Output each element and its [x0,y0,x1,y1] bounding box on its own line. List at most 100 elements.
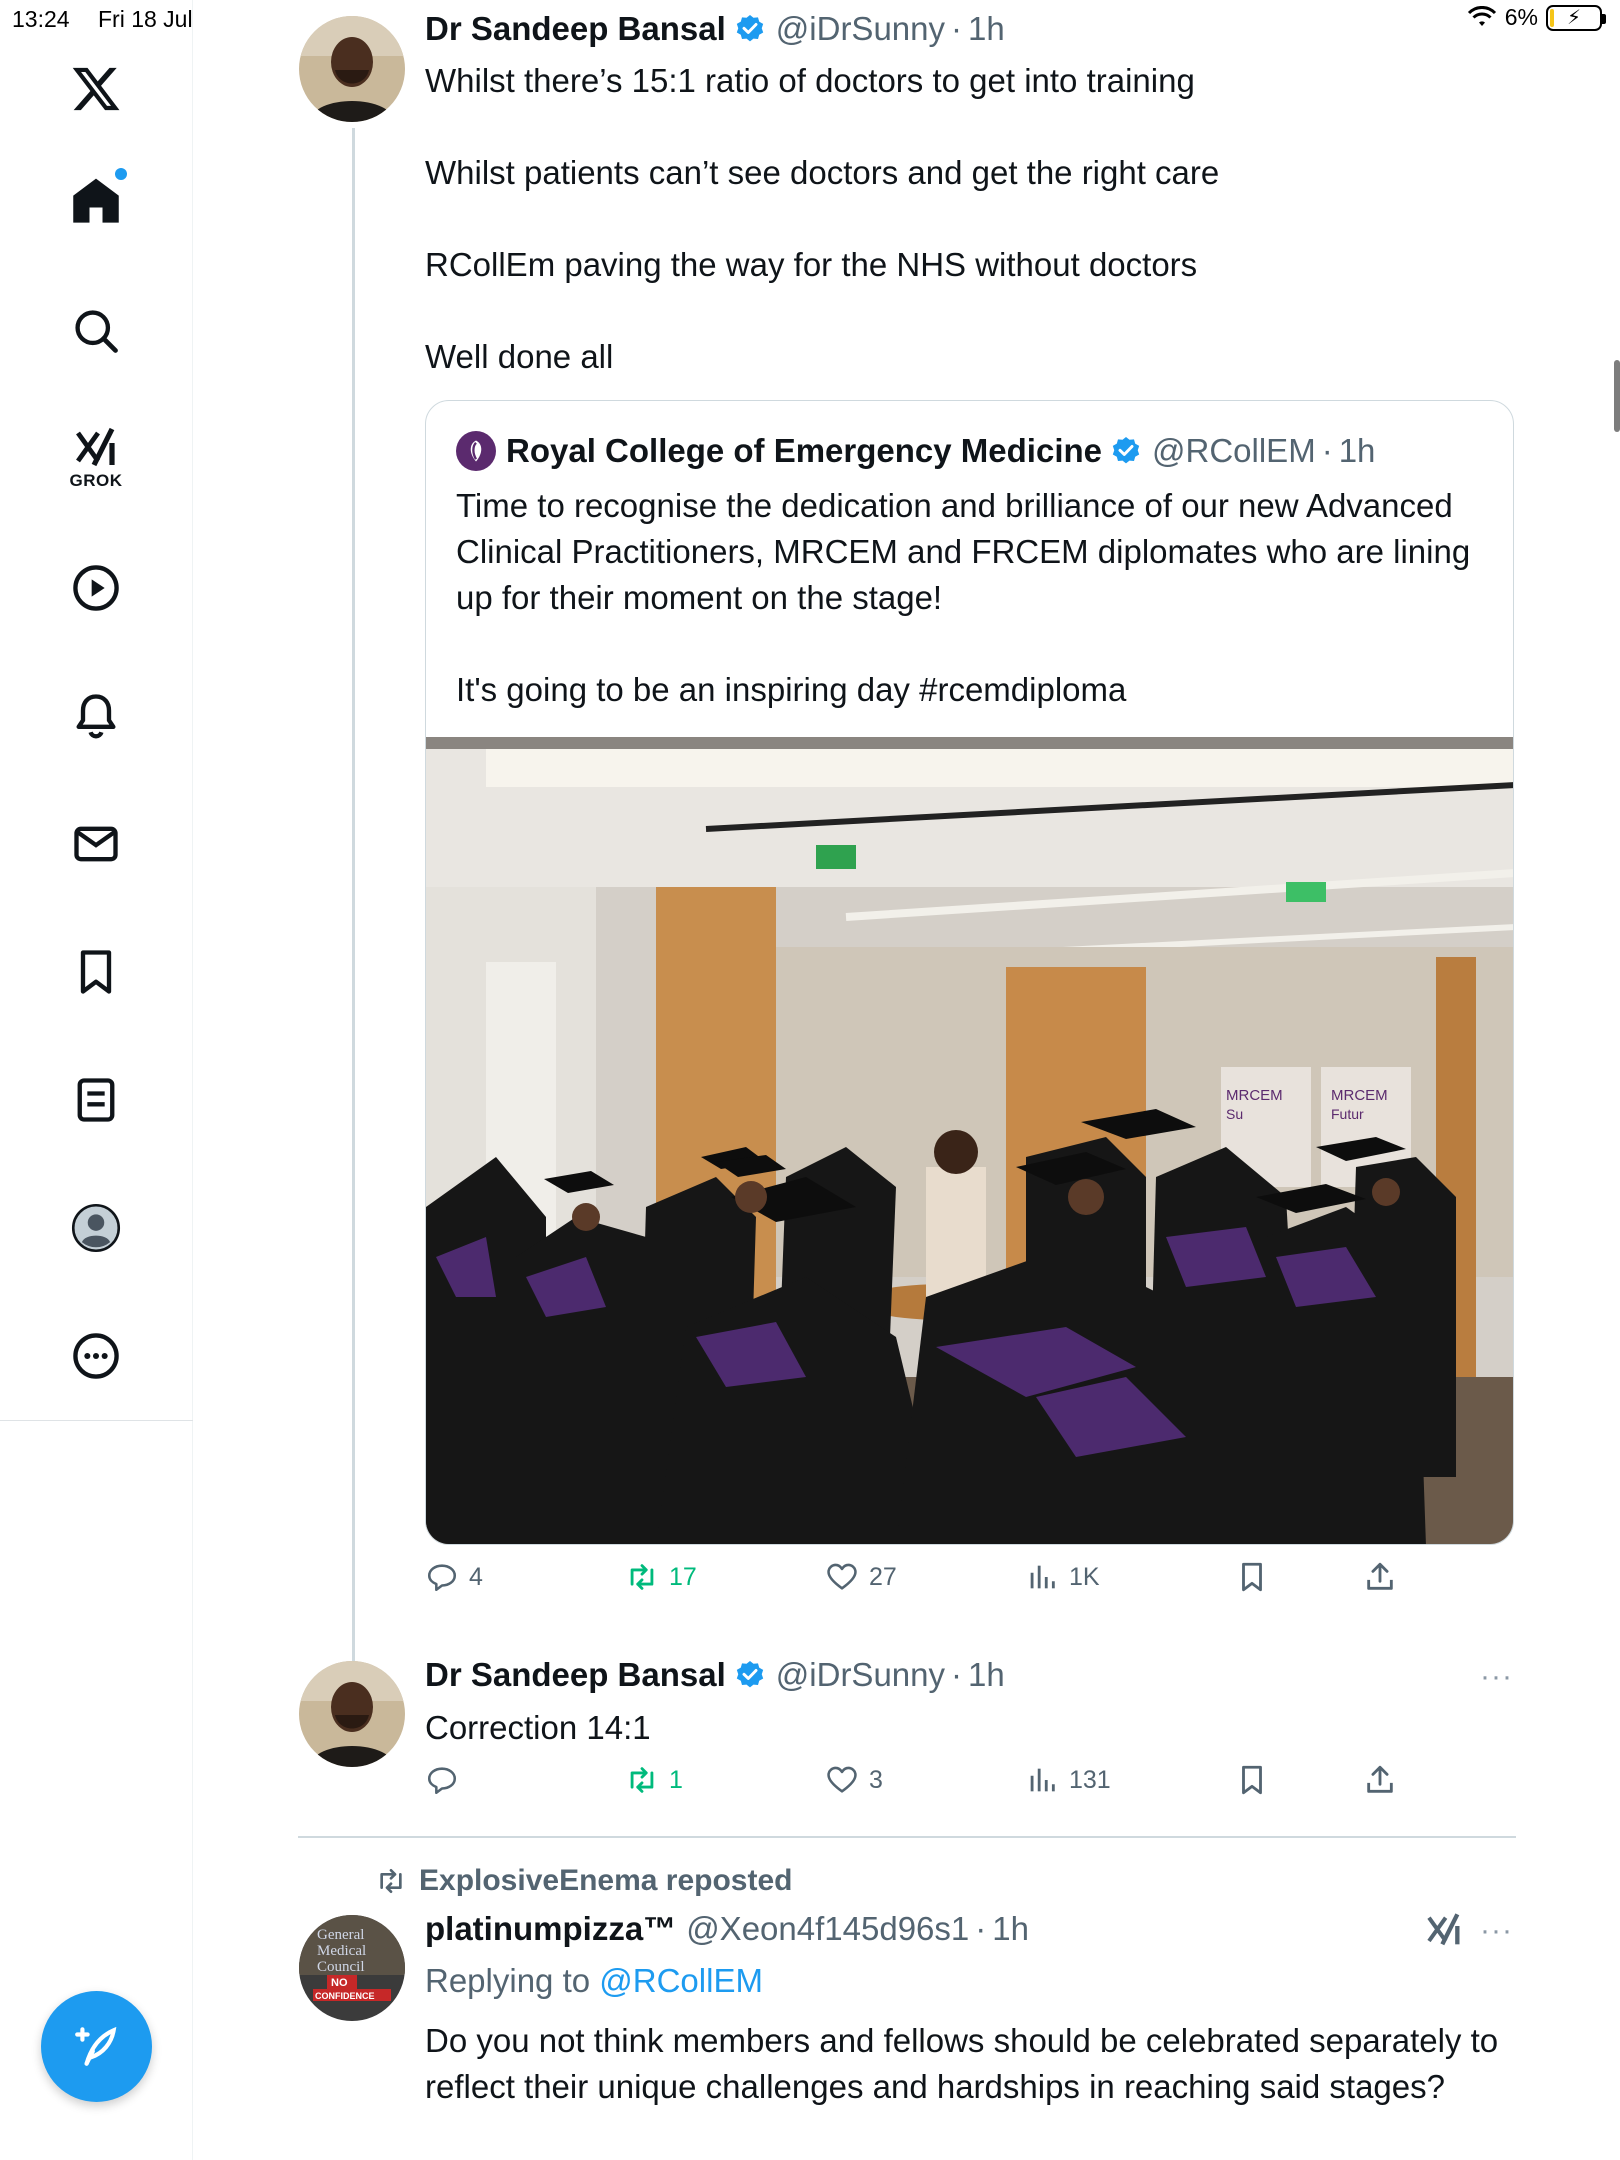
replying-to-link[interactable]: @RCollEM [599,1962,763,1999]
repost-indicator[interactable]: ExplosiveEnema reposted [375,1864,792,1898]
grok-label: GROK [69,471,123,490]
reply-button[interactable] [425,1763,469,1797]
repost-count: 1 [669,1765,683,1794]
avatar[interactable] [299,16,405,122]
like-count: 3 [869,1765,883,1794]
tweet-header: platinumpizza™ @Xeon4f145d96s1 · 1h [425,1910,1029,1948]
profile-icon[interactable] [55,1187,137,1269]
bookmark-icon[interactable] [55,931,137,1013]
share-button[interactable] [1363,1763,1397,1797]
lists-icon[interactable] [55,1059,137,1141]
avatar-text-1: General [317,1927,364,1943]
tweet-actions: 1 3 131 [425,1763,1425,1813]
home-icon[interactable] [55,160,137,242]
repost-icon [380,1869,402,1893]
image-sign-4: Futur [1331,1106,1364,1122]
battery-icon: ⚡ [1546,4,1606,31]
bookmark-icon [1242,1562,1262,1592]
compose-button[interactable] [41,1991,152,2102]
video-icon[interactable] [55,547,137,629]
grok-icon[interactable] [1424,1911,1464,1951]
scrollbar[interactable] [1614,360,1620,432]
repost-count: 17 [669,1562,697,1591]
repost-button[interactable]: 17 [625,1560,697,1594]
replying-prefix: Replying to [425,1962,600,1999]
wifi-icon [1467,5,1496,26]
tweet-time[interactable]: 1h [968,10,1005,48]
compose-icon [74,2026,116,2066]
tweet-text: Correction 14:1 [425,1709,651,1746]
x-logo-icon[interactable] [55,48,137,130]
views-count: 1K [1069,1562,1100,1591]
reply-icon [427,1564,457,1592]
like-button[interactable]: 3 [825,1763,883,1797]
avatar[interactable] [299,1661,405,1767]
avatar-text-2: Medical [317,1943,366,1959]
quote-tweet-card[interactable]: Royal College of Emergency Medicine @RCo… [425,400,1514,1545]
author-handle[interactable]: @iDrSunny [776,1656,945,1694]
author-name[interactable]: platinumpizza™ [425,1910,676,1948]
repost-icon [630,1767,654,1793]
views-button[interactable]: 1K [1025,1560,1100,1594]
quote-text: Time to recognise the dedication and bri… [456,487,1471,708]
author-name[interactable]: Dr Sandeep Bansal [425,10,726,48]
image-sign-2: MRCEM [1331,1087,1388,1104]
reposted-by-label: ExplosiveEnema reposted [419,1864,793,1897]
tweet-text: Do you not think members and fellows sho… [425,2022,1499,2105]
reply-button[interactable]: 4 [425,1560,483,1594]
thread-line [352,128,355,1664]
repost-icon [630,1564,654,1590]
image-sign-1: MRCEM [1226,1087,1283,1104]
tweet-text: Whilst there’s 15:1 ratio of doctors to … [425,62,1220,375]
quote-photo[interactable]: MRCEM MRCEM Su Futur [426,737,1513,1544]
bookmark-button[interactable] [1235,1560,1269,1594]
more-options-button[interactable]: ··· [1480,1914,1513,1948]
quote-author-handle[interactable]: @RCollEM [1152,432,1316,470]
bookmark-icon [1242,1765,1262,1795]
views-icon [1030,1768,1055,1792]
avatar-text-3: Council [317,1959,365,1975]
image-sign-3: Su [1226,1106,1243,1122]
views-button[interactable]: 131 [1025,1763,1111,1797]
more-icon[interactable] [55,1315,137,1397]
more-options-button[interactable]: ··· [1480,1660,1513,1694]
repost-button[interactable]: 1 [625,1763,683,1797]
sidebar-divider [0,1420,193,1421]
avatar-text-5: CONFIDENCE [315,1991,375,2001]
avatar[interactable]: General Medical Council NO CONFIDENCE [299,1915,405,2021]
verified-badge-icon [736,15,763,42]
bell-icon[interactable] [55,675,137,757]
author-handle[interactable]: @Xeon4f145d96s1 [686,1910,969,1948]
like-button[interactable]: 27 [825,1560,897,1594]
share-button[interactable] [1363,1560,1397,1594]
quote-header: Royal College of Emergency Medicine @RCo… [456,431,1375,471]
views-icon [1030,1565,1055,1589]
grok-icon[interactable]: GROK [55,410,137,506]
separator-dot: · [1321,432,1333,469]
verified-badge-icon [736,1661,763,1688]
tweet-separator [298,1836,1516,1838]
author-name[interactable]: Dr Sandeep Bansal [425,1656,726,1694]
mail-icon[interactable] [55,803,137,885]
battery-percent: 6% [1504,4,1538,30]
avatar-text-4: NO [331,1977,348,1989]
rcem-logo-icon [456,431,496,471]
tweet-actions: 4 17 27 1K [425,1560,1425,1610]
quote-author-name[interactable]: Royal College of Emergency Medicine [506,432,1102,470]
notification-dot [115,168,127,180]
tweet-time[interactable]: 1h [968,1656,1005,1694]
share-icon [1367,1765,1393,1793]
tweet-header: Dr Sandeep Bansal @iDrSunny · 1h [425,1656,1005,1694]
search-icon[interactable] [55,290,137,372]
quote-time: 1h [1338,432,1376,469]
bookmark-button[interactable] [1235,1763,1269,1797]
heart-icon [827,1563,857,1590]
separator-dot: · [975,1910,987,1947]
author-handle[interactable]: @iDrSunny [776,10,945,48]
tweet-time[interactable]: 1h [992,1910,1029,1948]
reply-icon [427,1767,457,1795]
heart-icon [827,1766,857,1793]
separator-dot: · [951,10,963,47]
reply-count: 4 [469,1562,483,1591]
verified-badge-icon [1112,437,1140,464]
